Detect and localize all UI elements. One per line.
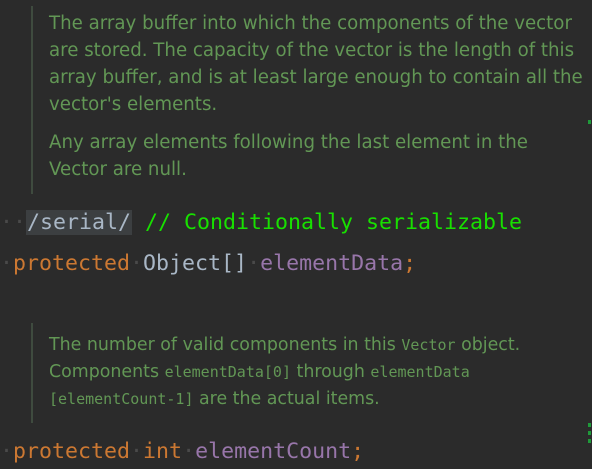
scrollbar-marker[interactable] [588, 423, 591, 427]
type-name[interactable]: Object[] [143, 251, 247, 276]
whitespace-marker: ·· [0, 210, 27, 235]
serial-tag[interactable]: /serial/ [26, 210, 133, 235]
doc-paragraph: The array buffer into which the componen… [49, 13, 583, 115]
keyword-protected[interactable]: protected [13, 251, 130, 276]
scrollbar-marker[interactable] [588, 431, 591, 435]
doc-paragraph: The number of valid components in this V… [49, 335, 521, 409]
code-ref-element-data-0: elementData[0] [164, 363, 291, 381]
doc-comment-element-data: The array buffer into which the componen… [31, 6, 591, 194]
type-name[interactable]: int [143, 439, 182, 464]
scrollbar-marker[interactable] [588, 439, 591, 443]
semicolon: ; [351, 439, 365, 464]
code-line-element-data[interactable]: ·protected·Object[]·elementData; [0, 249, 416, 279]
scrollbar-marker[interactable] [588, 120, 591, 124]
whitespace-marker: · [0, 439, 14, 464]
doc-comment-element-count: The number of valid components in this V… [31, 323, 591, 423]
line-comment[interactable]: // Conditionally serializable [145, 210, 522, 235]
code-line-serial-comment[interactable]: ··/serial/ // Conditionally serializable [0, 208, 522, 238]
keyword-protected[interactable]: protected [13, 439, 130, 464]
field-name[interactable]: elementData [260, 251, 403, 276]
code-line-element-count[interactable]: ·protected·int·elementCount; [0, 437, 364, 467]
code-ref-vector: Vector [401, 336, 456, 354]
semicolon: ; [403, 251, 417, 276]
field-name[interactable]: elementCount [195, 439, 351, 464]
doc-paragraph: Any array elements following the last el… [49, 132, 528, 180]
whitespace-marker: · [0, 251, 14, 276]
